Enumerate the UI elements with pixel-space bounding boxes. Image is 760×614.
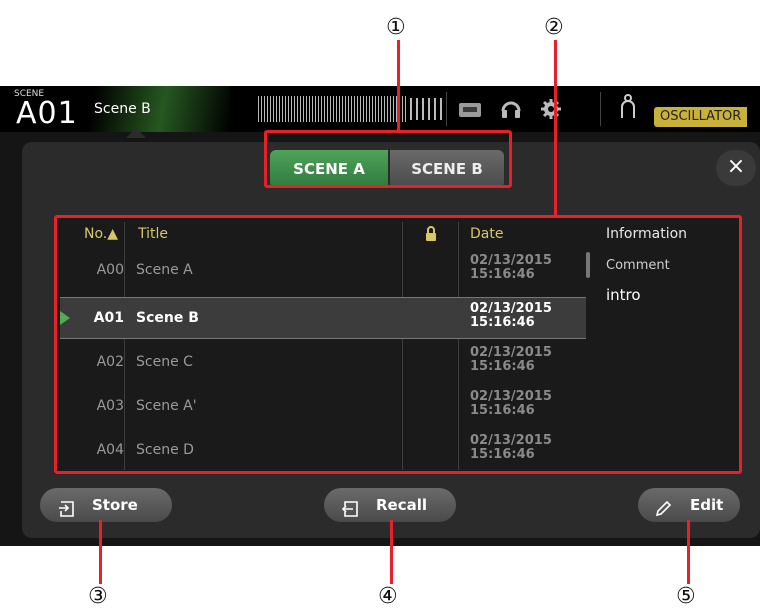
oscillator-badge[interactable]: OSCILLATOR — [654, 107, 748, 127]
meter-bridge[interactable] — [258, 96, 408, 122]
callout-line-1 — [397, 40, 400, 131]
callout-5: ⑤ — [676, 584, 696, 609]
callout-1: ① — [386, 15, 406, 40]
callout-box-tabs — [264, 130, 512, 188]
recall-icon — [341, 496, 360, 530]
user-icon[interactable] — [620, 94, 636, 125]
callout-line-4 — [390, 520, 393, 584]
close-button[interactable]: × — [716, 150, 756, 186]
divider — [600, 92, 601, 126]
master-meter — [410, 98, 442, 120]
callout-line-3 — [99, 520, 102, 584]
gear-icon[interactable] — [540, 98, 562, 125]
pencil-icon — [654, 496, 672, 530]
close-icon: × — [726, 154, 746, 179]
edit-button[interactable]: Edit — [638, 488, 740, 522]
headphones-icon[interactable] — [500, 98, 522, 125]
recorder-icon[interactable] — [458, 100, 482, 124]
callout-line-5 — [687, 520, 690, 584]
top-bar: SCENE A01 Scene B OSCILLATOR — [0, 86, 760, 132]
store-icon — [58, 496, 76, 530]
callout-3: ③ — [88, 584, 108, 609]
callout-line-2 — [554, 40, 557, 216]
recall-button[interactable]: Recall — [324, 488, 456, 522]
current-scene-name[interactable]: Scene B — [94, 101, 151, 117]
popup-pointer — [126, 128, 146, 138]
callout-4: ④ — [378, 584, 398, 609]
callout-box-list — [54, 215, 742, 474]
current-scene-number[interactable]: A01 — [16, 96, 78, 131]
divider — [446, 92, 447, 126]
callout-2: ② — [544, 15, 564, 40]
store-button[interactable]: Store — [40, 488, 172, 522]
